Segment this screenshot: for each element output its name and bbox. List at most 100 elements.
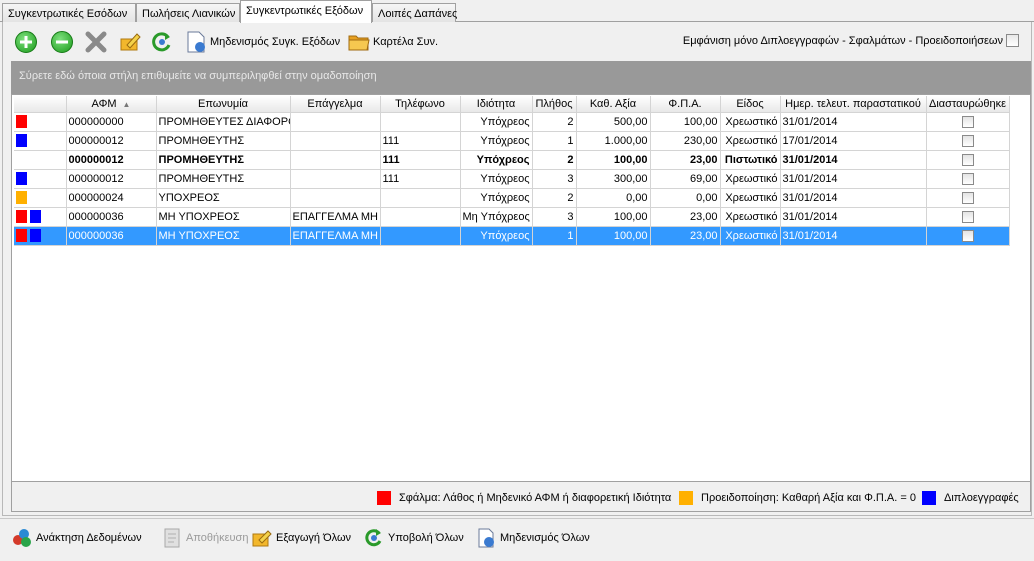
profession-cell[interactable]: ΕΠΑΓΓΕΛΜΑ ΜΗ Υ [290, 207, 381, 227]
phone-cell[interactable]: 111 [380, 169, 461, 189]
vat-cell[interactable]: 0,00 [650, 188, 721, 208]
table-row[interactable]: 000000036 ΜΗ ΥΠΟΧΡΕΟΣ ΕΠΑΓΓΕΛΜΑ ΜΗ Υ Υπόχρε… [14, 226, 1010, 246]
vat-cell[interactable]: 100,00 [650, 112, 721, 132]
kind-cell[interactable]: Χρεωστικό [720, 131, 781, 151]
vat-cell[interactable]: 230,00 [650, 131, 721, 151]
filter-checkbox[interactable] [1006, 34, 1019, 47]
submit-all-button[interactable]: Υποβολή Όλων [364, 526, 464, 550]
profession-cell[interactable]: ΕΠΑΓΓΕΛΜΑ ΜΗ Υ [290, 226, 381, 246]
column-header-crosschecked[interactable]: Διασταυρώθηκε [926, 96, 1010, 113]
column-header-name[interactable]: Επωνυμία [156, 96, 291, 113]
property-cell[interactable]: Υπόχρεος [460, 131, 533, 151]
name-cell[interactable]: ΜΗ ΥΠΟΧΡΕΟΣ [156, 226, 291, 246]
count-cell[interactable]: 2 [532, 150, 577, 170]
table-row[interactable]: 000000000 ΠΡΟΜΗΘΕΥΤΕΣ ΔΙΑΦΟΡΟΙ Υπόχρεος 2 50… [14, 112, 1010, 132]
table-row[interactable]: 000000024 ΥΠΟΧΡΕΟΣ Υπόχρεος 2 0,00 0,00 Χρεωστ… [14, 188, 1010, 208]
net-value-cell[interactable]: 300,00 [576, 169, 651, 189]
crosschecked-checkbox[interactable] [961, 191, 974, 204]
afm-cell[interactable]: 000000024 [66, 188, 157, 208]
vat-cell[interactable]: 69,00 [650, 169, 721, 189]
kind-cell[interactable]: Χρεωστικό [720, 188, 781, 208]
net-value-cell[interactable]: 0,00 [576, 188, 651, 208]
group-by-area[interactable]: Σύρετε εδώ όποια στήλη επιθυμείτε να συμ… [11, 61, 1031, 94]
zero-expenses-button[interactable]: Μηδενισμός Συγκ. Εξόδων [185, 29, 340, 55]
table-row[interactable]: 000000012 ΠΡΟΜΗΘΕΥΤΗΣ 111 Υπόχρεος 3 300,00 69… [14, 169, 1010, 189]
net-value-cell[interactable]: 500,00 [576, 112, 651, 132]
vat-cell[interactable]: 23,00 [650, 207, 721, 227]
crosschecked-checkbox[interactable] [961, 172, 974, 185]
tab-other-expenses[interactable]: Λοιπές Δαπάνες [372, 3, 457, 22]
save-button[interactable]: Αποθήκευση [162, 526, 248, 550]
kind-cell[interactable]: Χρεωστικό [720, 207, 781, 227]
table-row[interactable]: 000000036 ΜΗ ΥΠΟΧΡΕΟΣ ΕΠΑΓΓΕΛΜΑ ΜΗ Υ Μη Υπό… [14, 207, 1010, 227]
delete-button[interactable] [85, 29, 107, 55]
crosschecked-checkbox[interactable] [961, 115, 974, 128]
column-header-markers[interactable] [14, 96, 67, 113]
net-value-cell[interactable]: 100,00 [576, 150, 651, 170]
date-cell[interactable]: 31/01/2014 [780, 112, 927, 132]
vendor-card-button[interactable]: Καρτέλα Συν. [348, 29, 438, 55]
date-cell[interactable]: 31/01/2014 [780, 150, 927, 170]
property-cell[interactable]: Υπόχρεος [460, 188, 533, 208]
count-cell[interactable]: 3 [532, 169, 577, 189]
remove-button[interactable] [51, 29, 73, 55]
property-cell[interactable]: Υπόχρεος [460, 169, 533, 189]
name-cell[interactable]: ΠΡΟΜΗΘΕΥΤΕΣ ΔΙΑΦΟΡΟΙ [156, 112, 291, 132]
property-cell[interactable]: Υπόχρεος [460, 226, 533, 246]
count-cell[interactable]: 1 [532, 131, 577, 151]
date-cell[interactable]: 31/01/2014 [780, 169, 927, 189]
afm-cell[interactable]: 000000012 [66, 150, 157, 170]
export-all-button[interactable]: Εξαγωγή Όλων [252, 526, 351, 550]
kind-cell[interactable]: Χρεωστικό [720, 226, 781, 246]
afm-cell[interactable]: 000000012 [66, 169, 157, 189]
kind-cell[interactable]: Πιστωτικό [720, 150, 781, 170]
profession-cell[interactable] [290, 169, 381, 189]
phone-cell[interactable]: 111 [380, 131, 461, 151]
count-cell[interactable]: 3 [532, 207, 577, 227]
afm-cell[interactable]: 000000000 [66, 112, 157, 132]
vat-cell[interactable]: 23,00 [650, 226, 721, 246]
count-cell[interactable]: 1 [532, 226, 577, 246]
phone-cell[interactable] [380, 207, 461, 227]
profession-cell[interactable] [290, 131, 381, 151]
name-cell[interactable]: ΥΠΟΧΡΕΟΣ [156, 188, 291, 208]
profession-cell[interactable] [290, 188, 381, 208]
column-header-net-value[interactable]: Καθ. Αξία [576, 96, 651, 113]
profession-cell[interactable] [290, 112, 381, 132]
crosschecked-checkbox[interactable] [961, 229, 974, 242]
afm-cell[interactable]: 000000012 [66, 131, 157, 151]
count-cell[interactable]: 2 [532, 188, 577, 208]
column-header-afm[interactable]: ΑΦΜ ▲ [66, 96, 157, 113]
tab-expense-summary[interactable]: Συγκεντρωτικές Εξόδων [240, 0, 372, 23]
vat-cell[interactable]: 23,00 [650, 150, 721, 170]
refresh-button[interactable] [151, 29, 173, 55]
name-cell[interactable]: ΜΗ ΥΠΟΧΡΕΟΣ [156, 207, 291, 227]
property-cell[interactable]: Μη Υπόχρεος [460, 207, 533, 227]
crosschecked-checkbox[interactable] [961, 210, 974, 223]
net-value-cell[interactable]: 100,00 [576, 207, 651, 227]
edit-button[interactable] [119, 29, 141, 55]
profession-cell[interactable] [290, 150, 381, 170]
column-header-phone[interactable]: Τηλέφωνο [380, 96, 461, 113]
column-header-kind[interactable]: Είδος [720, 96, 781, 113]
date-cell[interactable]: 17/01/2014 [780, 131, 927, 151]
phone-cell[interactable] [380, 112, 461, 132]
column-header-vat[interactable]: Φ.Π.Α. [650, 96, 721, 113]
fetch-data-button[interactable]: Ανάκτηση Δεδομένων [12, 526, 142, 550]
count-cell[interactable]: 2 [532, 112, 577, 132]
afm-cell[interactable]: 000000036 [66, 226, 157, 246]
date-cell[interactable]: 31/01/2014 [780, 226, 927, 246]
add-button[interactable] [15, 29, 37, 55]
column-header-last-date[interactable]: Ημερ. τελευτ. παραστατικού [780, 96, 927, 113]
phone-cell[interactable] [380, 188, 461, 208]
name-cell[interactable]: ΠΡΟΜΗΘΕΥΤΗΣ [156, 131, 291, 151]
column-header-profession[interactable]: Επάγγελμα [290, 96, 381, 113]
date-cell[interactable]: 31/01/2014 [780, 188, 927, 208]
table-row[interactable]: 000000012 ΠΡΟΜΗΘΕΥΤΗΣ 111 Υπόχρεος 1 1.000,00… [14, 131, 1010, 151]
crosschecked-checkbox[interactable] [961, 153, 974, 166]
tab-revenue-summary[interactable]: Συγκεντρωτικές Εσόδων [2, 3, 136, 22]
column-header-count[interactable]: Πλήθος [532, 96, 577, 113]
name-cell[interactable]: ΠΡΟΜΗΘΕΥΤΗΣ [156, 169, 291, 189]
net-value-cell[interactable]: 100,00 [576, 226, 651, 246]
name-cell[interactable]: ΠΡΟΜΗΘΕΥΤΗΣ [156, 150, 291, 170]
